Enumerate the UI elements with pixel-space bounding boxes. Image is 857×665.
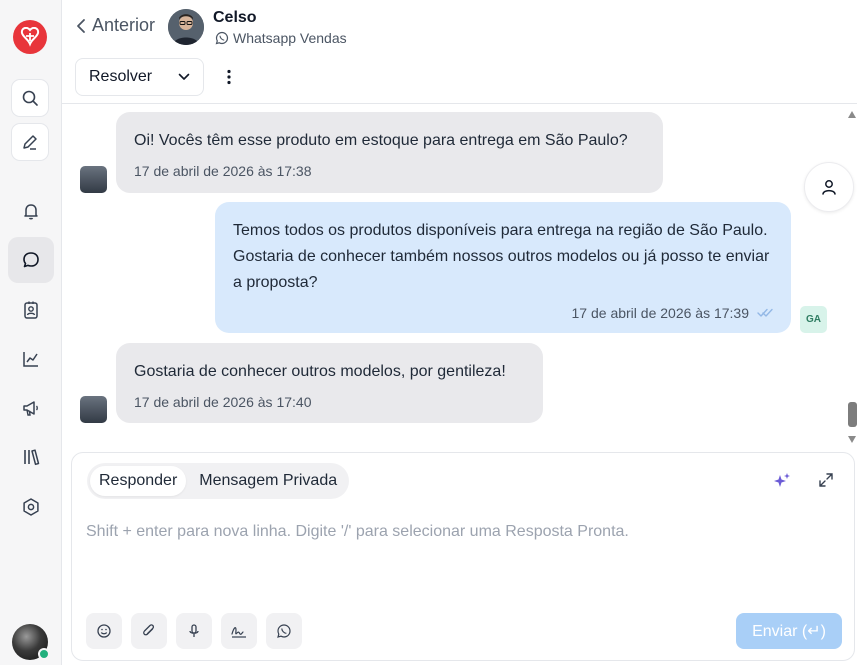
app-root: Anterior Celso Whatsapp Vendas Resolver [0, 0, 857, 665]
channel-name: Whatsapp Vendas [233, 30, 347, 46]
conversation-header: Anterior Celso Whatsapp Vendas Resolver [62, 0, 857, 104]
scroll-down-arrow[interactable] [848, 436, 856, 443]
composer-tabs: Responder Mensagem Privada [87, 463, 350, 499]
message-outgoing: Temos todos os produtos disponíveis para… [215, 202, 791, 333]
pencil-icon [23, 135, 37, 150]
contact-mini-avatar [80, 166, 107, 193]
whatsapp-icon [215, 31, 229, 45]
expand-icon [819, 473, 833, 487]
sparkle-icon [774, 473, 790, 487]
message-list: Oi! Vocês têm esse produto em estoque pa… [62, 105, 857, 450]
chevron-down-icon [178, 73, 190, 80]
message-incoming: Gostaria de conhecer outros modelos, por… [116, 343, 543, 423]
paperclip-icon [143, 624, 155, 636]
logo-icon [20, 27, 40, 47]
whatsapp-template-button[interactable] [266, 613, 302, 649]
resolve-dropdown[interactable]: Resolver [75, 58, 204, 96]
contact-card-icon [24, 301, 38, 319]
contact-name: Celso [213, 9, 257, 26]
scrollbar-thumb[interactable] [848, 402, 857, 427]
message-time: 17 de abril de 2026 às 17:38 [134, 163, 312, 179]
books-icon [24, 449, 40, 466]
attach-button[interactable] [131, 613, 167, 649]
search-button[interactable] [11, 79, 49, 117]
nav-settings[interactable] [8, 484, 54, 530]
expand-button[interactable] [818, 472, 834, 493]
megaphone-icon [23, 401, 38, 416]
online-status-dot [38, 648, 50, 660]
message-composer: Responder Mensagem Privada Shift + enter… [71, 452, 855, 661]
message-incoming: Oi! Vocês têm esse produto em estoque pa… [116, 112, 663, 193]
person-photo-icon [168, 9, 204, 45]
microphone-icon [189, 624, 199, 637]
contact-mini-avatar [80, 396, 107, 423]
ai-assist-button[interactable] [772, 471, 792, 496]
emoji-button[interactable] [86, 613, 122, 649]
message-text: Temos todos os produtos disponíveis para… [233, 222, 770, 291]
message-time: 17 de abril de 2026 às 17:40 [134, 394, 312, 410]
signature-icon [231, 627, 246, 638]
contact-profile-button[interactable] [804, 162, 854, 212]
more-options-button[interactable] [222, 66, 236, 88]
nav-notifications[interactable] [8, 188, 54, 234]
message-text: Oi! Vocês têm esse produto em estoque pa… [134, 132, 628, 149]
settings-icon [23, 498, 39, 516]
app-logo[interactable] [13, 20, 47, 54]
nav-campaigns[interactable] [8, 385, 54, 431]
bell-icon [24, 204, 38, 220]
back-button[interactable]: Anterior [76, 15, 155, 36]
back-label: Anterior [92, 15, 156, 35]
smiley-icon [97, 624, 111, 638]
compose-button[interactable] [11, 123, 49, 161]
audio-button[interactable] [176, 613, 212, 649]
kebab-menu-icon [227, 69, 231, 85]
channel-info: Whatsapp Vendas [215, 30, 347, 46]
chat-bubble-icon [23, 252, 39, 268]
tab-private-message[interactable]: Mensagem Privada [190, 466, 346, 496]
whatsapp-icon [277, 624, 291, 638]
user-icon [822, 180, 836, 195]
chart-line-icon [23, 352, 38, 367]
message-meta: 17 de abril de 2026 às 17:39 [233, 305, 773, 321]
nav-conversations[interactable] [8, 237, 54, 283]
nav-contacts[interactable] [8, 287, 54, 333]
scroll-up-arrow[interactable] [848, 111, 856, 118]
send-button[interactable]: Enviar (↵) [736, 613, 842, 649]
tab-reply[interactable]: Responder [90, 466, 187, 496]
chevron-left-icon [77, 18, 85, 33]
agent-badge: GA [800, 306, 827, 333]
sidebar [0, 0, 62, 665]
nav-library[interactable] [8, 434, 54, 480]
signature-button[interactable] [221, 613, 257, 649]
message-time: 17 de abril de 2026 às 17:39 [571, 305, 749, 321]
double-check-icon [757, 308, 773, 317]
nav-reports[interactable] [8, 336, 54, 382]
message-text: Gostaria de conhecer outros modelos, por… [134, 363, 506, 380]
contact-avatar[interactable] [168, 9, 204, 45]
resolve-label: Resolver [89, 68, 153, 85]
message-input[interactable]: Shift + enter para nova linha. Digite '/… [86, 523, 629, 541]
search-icon [22, 90, 38, 106]
